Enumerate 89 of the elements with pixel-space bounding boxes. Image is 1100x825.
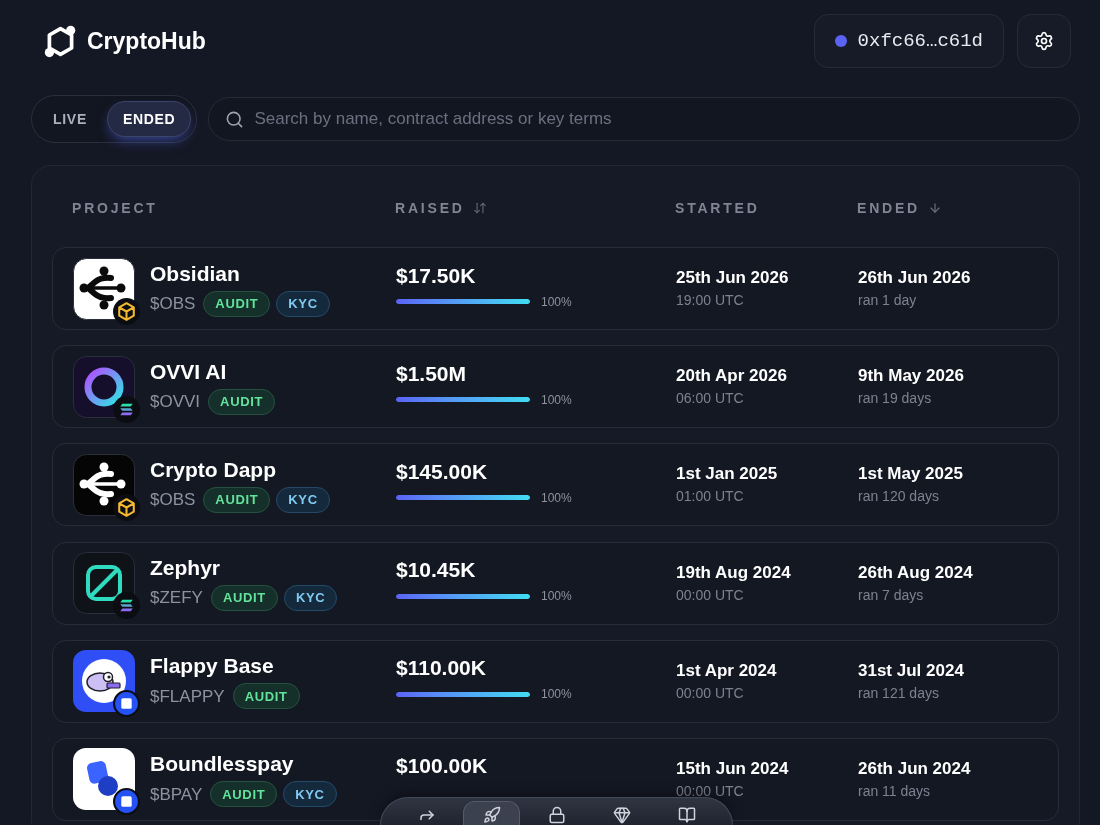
token-ticker: $BPAY	[150, 783, 203, 806]
tag: AUDIT	[210, 781, 278, 808]
token-ticker: $ZEFY	[150, 587, 203, 610]
settings-button[interactable]	[1017, 14, 1071, 68]
brand-name: CryptoHub	[87, 26, 206, 56]
tag: KYC	[283, 781, 337, 808]
column-header: RAISED	[395, 200, 465, 216]
rocket-icon	[482, 806, 501, 824]
dock-tab[interactable]	[463, 801, 520, 825]
stripes-badge-icon	[113, 592, 140, 620]
start-time: 19:00 UTC	[676, 292, 744, 308]
tag: AUDIT	[210, 585, 278, 612]
token-ticker: $FLAPPY	[150, 685, 225, 708]
start-time: 01:00 UTC	[676, 488, 744, 505]
search-field[interactable]: Search by name, contract address or key terms	[208, 97, 1080, 141]
start-date: 15th Jun 2024	[676, 757, 789, 780]
end-date: 26th Jun 2026	[858, 267, 971, 289]
start-date: 19th Aug 2024	[676, 561, 791, 584]
tag: KYC	[276, 290, 330, 317]
column-header: STARTED	[675, 200, 760, 216]
end-date: 31st Jul 2024	[858, 659, 964, 682]
cube-badge-icon	[113, 297, 140, 325]
raised-amount: $10.45K	[396, 557, 476, 584]
token-ticker: $OBS	[150, 292, 196, 315]
raised-amount: $1.50M	[396, 360, 467, 387]
project-name: Obsidian	[150, 260, 240, 287]
project-name: Crypto Dapp	[150, 456, 276, 483]
square-badge-icon	[113, 788, 140, 816]
filter-tab[interactable]: LIVE	[37, 101, 103, 137]
project-row[interactable]: Flappy Base $FLAPPY AUDIT $110.00K 100% 1st Apr 2024 00:00 UTC 31st Jul 2024 ran 121 days	[52, 639, 1059, 723]
lock-icon	[547, 806, 566, 824]
progress-reading: 100%	[541, 293, 572, 311]
start-date: 1st Apr 2024	[676, 659, 777, 682]
progress-reading: 100%	[541, 588, 572, 606]
start-date: 1st Jan 2025	[676, 463, 778, 486]
wallet-button[interactable]: 0xfc66…c61d	[813, 14, 1004, 68]
project-row[interactable]: Crypto Dapp $OBS AUDIT KYC $145.00K 100% 1st Jan 2025 01:00 UTC 1st May 2025 ran 120 days	[52, 443, 1059, 527]
tag: AUDIT	[203, 290, 271, 317]
run-duration: ran 121 days	[858, 684, 939, 701]
start-time: 06:00 UTC	[676, 390, 744, 407]
cube-badge-icon	[113, 493, 140, 521]
progress-reading: 100%	[541, 686, 572, 704]
run-duration: ran 1 day	[858, 292, 917, 308]
status-dot-icon	[834, 35, 847, 47]
filter-tab[interactable]: ENDED	[106, 101, 192, 137]
run-duration: ran 19 days	[858, 390, 932, 407]
project-row[interactable]: Obsidian $OBS AUDIT KYC $17.50K 100% 25th Jun 2026 19:00 UTC 26th Jun 2026 ran 1 day	[52, 247, 1059, 330]
run-duration: ran 120 days	[858, 488, 939, 505]
project-row[interactable]: Zephyr $ZEFY AUDIT KYC $10.45K 100% 19th Aug 2024 00:00 UTC 26th Aug 2024 ran 7 days	[52, 541, 1059, 625]
project-name: Flappy Base	[150, 653, 274, 680]
tag: AUDIT	[203, 486, 271, 513]
raised-amount: $100.00K	[396, 753, 488, 780]
square-badge-icon	[113, 690, 140, 718]
column-header: PROJECT	[72, 200, 158, 216]
book-icon	[677, 806, 696, 824]
tag: AUDIT	[208, 388, 276, 415]
start-date: 25th Jun 2026	[676, 267, 789, 289]
progress-reading: 100%	[541, 391, 572, 409]
token-ticker: $OBS	[150, 489, 196, 512]
project-name: Zephyr	[150, 555, 220, 582]
gem-icon	[612, 806, 631, 824]
raised-amount: $145.00K	[396, 458, 488, 485]
run-duration: ran 11 days	[858, 782, 931, 799]
start-time: 00:00 UTC	[676, 586, 744, 603]
run-duration: ran 7 days	[858, 586, 924, 603]
end-date: 9th May 2026	[858, 365, 964, 388]
project-row[interactable]: OVVI AI $OVVI AUDIT $1.50M 100% 20th Apr 2026 06:00 UTC 9th May 2026 ran 19 days	[52, 345, 1059, 429]
tag: KYC	[276, 486, 330, 513]
search-input[interactable]: Search by name, contract address or key terms	[254, 106, 1063, 132]
project-row[interactable]: Boundlesspay $BPAY AUDIT KYC $100.00K 15th Jun 2024 00:00 UTC 26th Jun 2024 ran 11 days	[52, 737, 1059, 821]
tag: KYC	[283, 585, 338, 612]
sort-icon[interactable]	[472, 201, 487, 215]
start-time: 00:00 UTC	[676, 782, 744, 799]
project-name: Boundlesspay	[150, 751, 294, 778]
stripes-badge-icon	[113, 395, 140, 423]
end-date: 26th Jun 2024	[858, 757, 971, 780]
start-date: 20th Apr 2026	[676, 365, 787, 388]
token-ticker: $OVVI	[150, 390, 201, 413]
raised-amount: $17.50K	[396, 262, 476, 289]
end-date: 1st May 2025	[858, 463, 963, 486]
settings-icon	[1034, 31, 1054, 51]
progress-reading: 100%	[541, 489, 572, 507]
tag: AUDIT	[232, 683, 300, 710]
raised-amount: $110.00K	[396, 655, 486, 682]
search-icon	[225, 109, 245, 129]
column-header: ENDED	[857, 200, 920, 216]
end-date: 26th Aug 2024	[858, 561, 973, 584]
project-name: OVVI AI	[150, 358, 227, 385]
start-time: 00:00 UTC	[676, 684, 744, 701]
